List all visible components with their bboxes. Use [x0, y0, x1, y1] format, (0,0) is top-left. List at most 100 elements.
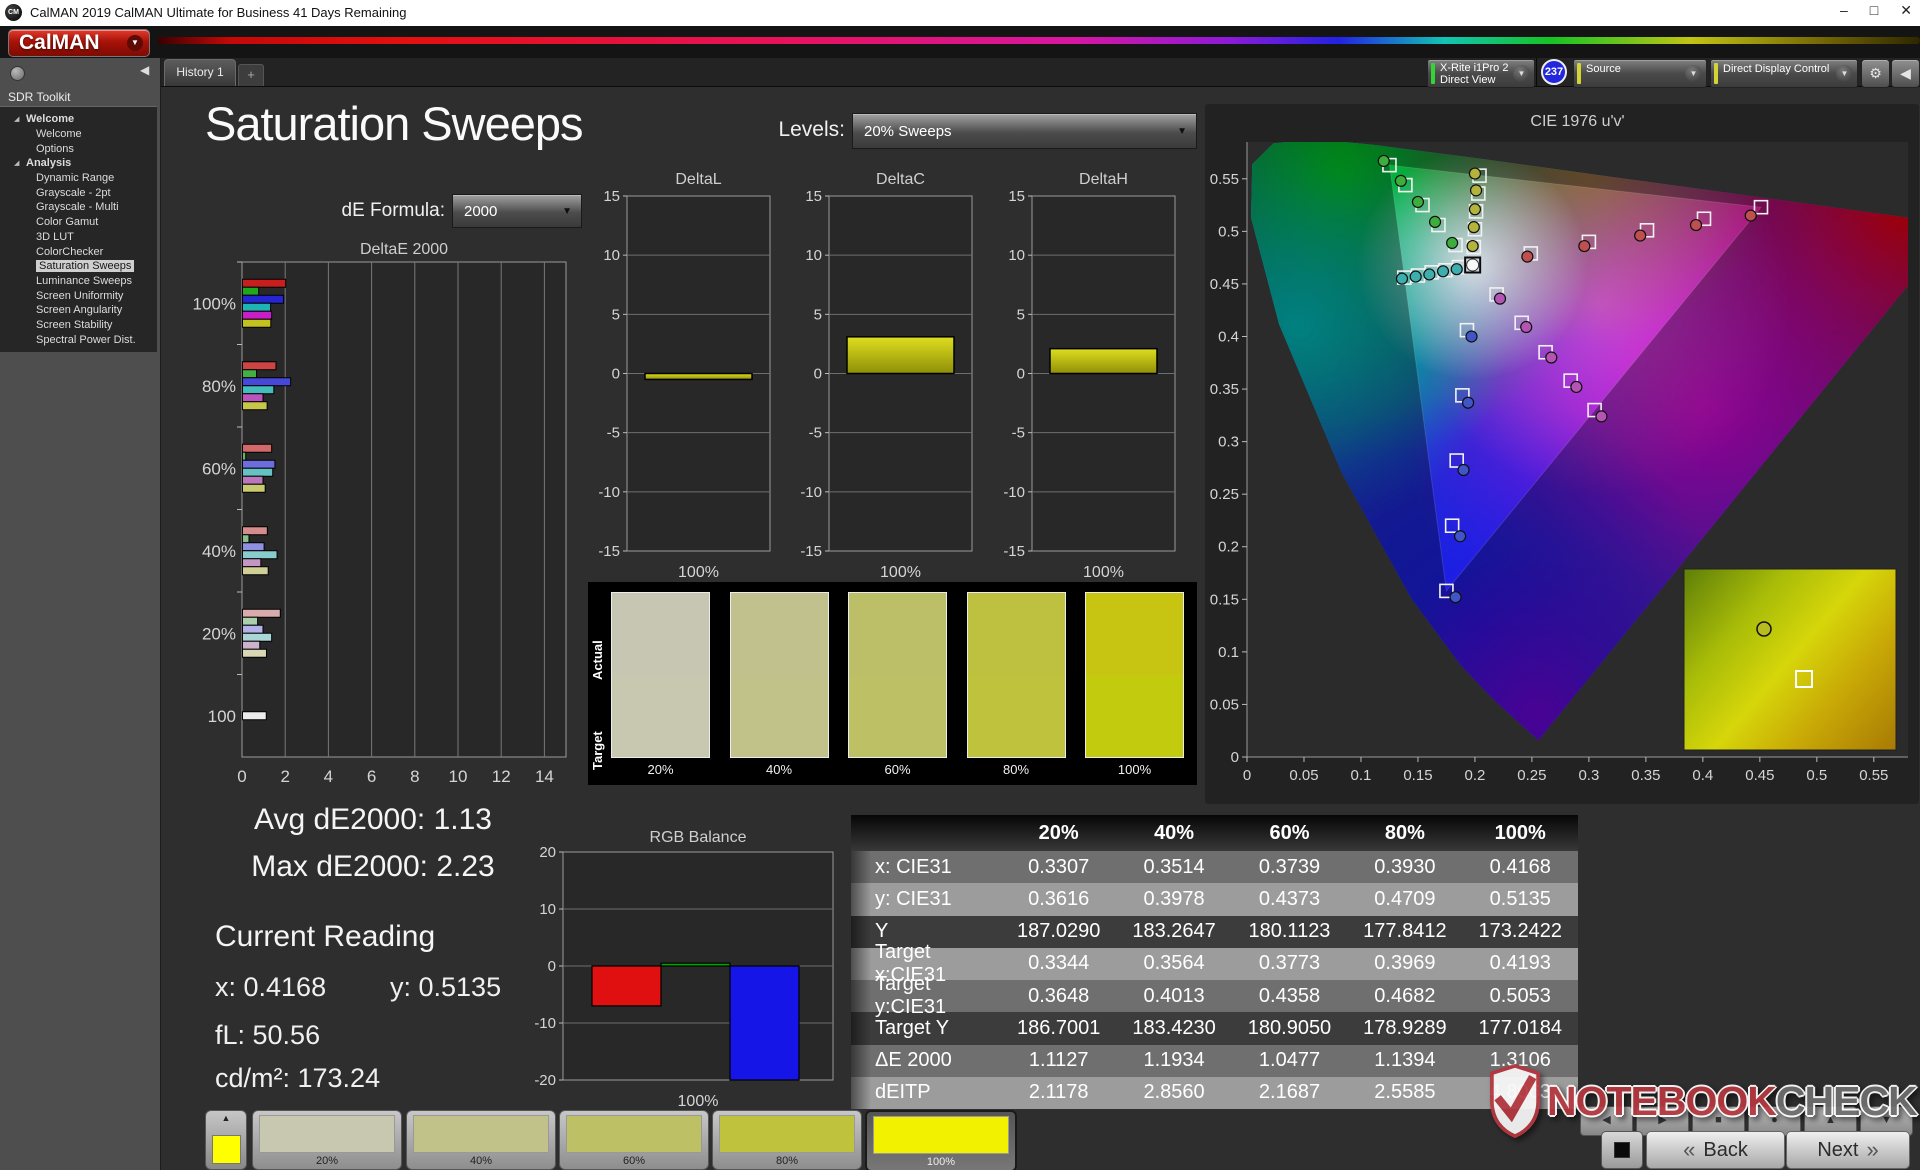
cie-measured-blue — [1457, 463, 1470, 477]
svg-text:40%: 40% — [202, 542, 236, 561]
levels-dropdown[interactable]: 20% Sweeps ▼ — [852, 113, 1197, 149]
sidebar-item-color-gamut[interactable]: Color Gamut — [0, 215, 157, 230]
sidebar-item-3d-lut[interactable]: 3D LUT — [0, 230, 157, 245]
sidebar-item-options[interactable]: Options — [0, 141, 157, 156]
chevron-down-icon[interactable]: ▼ — [1836, 65, 1853, 82]
table-cell: 0.3978 — [1143, 887, 1205, 910]
svg-text:100%: 100% — [678, 564, 719, 578]
de-formula-dropdown[interactable]: 2000 ▼ — [452, 194, 582, 228]
source-dropdown[interactable]: Source ▼ — [1573, 59, 1707, 88]
sidebar-collapse-icon[interactable]: ◀ — [140, 63, 149, 77]
sidebar-item-screen-stability[interactable]: Screen Stability — [0, 318, 157, 333]
svg-text:-15: -15 — [800, 543, 822, 560]
table-cell: 173.2422 — [1478, 920, 1562, 943]
spectrum-strip — [158, 37, 1920, 44]
patch-button-60[interactable]: 60% — [559, 1110, 709, 1170]
svg-text:14: 14 — [535, 767, 554, 786]
svg-text:0.4: 0.4 — [1218, 328, 1239, 345]
table-cell: 0.5053 — [1489, 984, 1551, 1007]
levels-label: Levels: — [778, 118, 845, 141]
svg-text:-5: -5 — [1012, 425, 1025, 442]
table-cell: 0.4168 — [1489, 855, 1551, 878]
row-label: dEITP — [875, 1081, 931, 1104]
table-header-row: 20% 40% 60% 80% 100% — [851, 815, 1578, 851]
patch-expander-button[interactable]: ▲ — [205, 1110, 247, 1170]
svg-text:0.25: 0.25 — [1210, 486, 1239, 503]
maximize-button[interactable]: □ — [1870, 2, 1878, 19]
svg-text:-15: -15 — [598, 543, 620, 560]
svg-text:0.05: 0.05 — [1289, 767, 1318, 784]
patch-button-20[interactable]: 20% — [252, 1110, 402, 1170]
table-cell: 0.3307 — [1028, 855, 1090, 878]
svg-text:0.35: 0.35 — [1631, 767, 1660, 784]
deltal-chart: DeltaL 15 10 5 0 -5 -10 -15 100% — [598, 171, 771, 578]
cie-measured-magenta — [1595, 410, 1608, 423]
table-row-x-cie31: x: CIE31 0.3307 0.3514 0.3739 0.3930 0.4168 — [851, 851, 1578, 884]
sidebar-item-grayscale-2pt[interactable]: Grayscale - 2pt — [0, 185, 157, 200]
svg-text:20%: 20% — [202, 624, 236, 643]
svg-text:-10: -10 — [598, 484, 620, 501]
swatch-label-100: 100% — [1117, 762, 1152, 777]
sidebar-item-analysis[interactable]: ◢ Analysis — [0, 156, 157, 171]
patch-button-label: 60% — [622, 1155, 646, 1167]
swatch-target-80 — [967, 675, 1065, 757]
calman-menu-button[interactable]: CalMAN ▼ — [8, 29, 150, 57]
svg-text:100%: 100% — [1083, 564, 1124, 578]
row-label: Target y:CIE31 — [875, 973, 947, 1019]
svg-text:DeltaC: DeltaC — [876, 171, 925, 188]
patch-button-80[interactable]: 80% — [712, 1110, 862, 1170]
tab-history-1[interactable]: History 1 — [164, 59, 236, 86]
sidebar-item-saturation-sweeps[interactable]: Saturation Sweeps — [0, 259, 157, 274]
svg-text:0: 0 — [237, 767, 246, 786]
expand-icon[interactable]: ◢ — [14, 159, 24, 167]
table-cell: 0.4193 — [1489, 952, 1551, 975]
table-col-100: 100% — [1494, 821, 1546, 844]
sidebar-item-luminance-sweeps[interactable]: Luminance Sweeps — [0, 274, 157, 289]
table-cell: 0.3564 — [1143, 952, 1205, 975]
svg-text:2: 2 — [280, 767, 289, 786]
app-icon: CM — [5, 4, 22, 21]
sidebar-item-screen-angularity[interactable]: Screen Angularity — [0, 303, 157, 318]
sidebar-item-screen-uniformity[interactable]: Screen Uniformity — [0, 288, 157, 303]
svg-text:DeltaH: DeltaH — [1079, 171, 1128, 188]
cie-measured-magenta — [1520, 320, 1533, 334]
patch-button-100[interactable]: 100% — [865, 1110, 1017, 1170]
table-cell: 177.8412 — [1363, 920, 1447, 943]
sidebar-item-label: Welcome — [26, 113, 75, 126]
notebookcheck-watermark: NOTEBOOKCHECK — [1487, 1064, 1918, 1138]
close-button[interactable]: ✕ — [1900, 2, 1912, 19]
sidebar-radio-icon[interactable] — [10, 66, 25, 81]
sidebar-item-welcome[interactable]: Welcome — [0, 127, 157, 142]
svg-text:5: 5 — [612, 306, 620, 323]
table-cell: 187.0290 — [1016, 920, 1101, 943]
expand-icon[interactable]: ◢ — [14, 115, 24, 123]
swatch-target-20 — [612, 675, 709, 757]
meter-dropdown[interactable]: X-Rite i1Pro 2 Direct View ▼ — [1427, 59, 1535, 88]
swatch-label-60: 60% — [884, 762, 911, 777]
cie-measured-magenta — [1545, 351, 1558, 364]
sidebar-item-colorchecker[interactable]: ColorChecker — [0, 244, 157, 259]
sidebar-item-dynamic-range[interactable]: Dynamic Range — [0, 171, 157, 186]
chevron-down-icon[interactable]: ▼ — [1513, 65, 1530, 82]
sidebar-item-spectral-power-dist[interactable]: Spectral Power Dist. — [0, 332, 157, 347]
table-cell: 0.4013 — [1143, 984, 1205, 1007]
svg-text:15: 15 — [805, 188, 822, 205]
sidebar-item-label: Saturation Sweeps — [36, 260, 135, 273]
collapse-panel-button[interactable]: ◀ — [1891, 59, 1920, 88]
svg-text:-15: -15 — [1003, 543, 1025, 560]
chevron-down-icon[interactable]: ▼ — [1685, 65, 1702, 82]
add-tab-button[interactable]: + — [238, 64, 264, 86]
row-label: Target Y — [875, 1016, 950, 1039]
actual-label: Actual — [590, 640, 605, 680]
svg-text:10: 10 — [1008, 247, 1025, 264]
svg-text:0.5: 0.5 — [1806, 767, 1827, 784]
patch-button-label: 80% — [775, 1155, 799, 1167]
patch-button-40[interactable]: 40% — [406, 1110, 556, 1170]
display-control-dropdown[interactable]: Direct Display Control ▼ — [1710, 59, 1858, 88]
sidebar-item-grayscale-multi[interactable]: Grayscale - Multi — [0, 200, 157, 215]
settings-button[interactable]: ⚙ — [1861, 59, 1890, 88]
swatch-target-60 — [849, 675, 946, 757]
minimize-button[interactable]: – — [1840, 2, 1848, 19]
table-cell: 1.1394 — [1374, 1049, 1436, 1072]
sidebar-item-welcome[interactable]: ◢ Welcome — [0, 112, 157, 127]
